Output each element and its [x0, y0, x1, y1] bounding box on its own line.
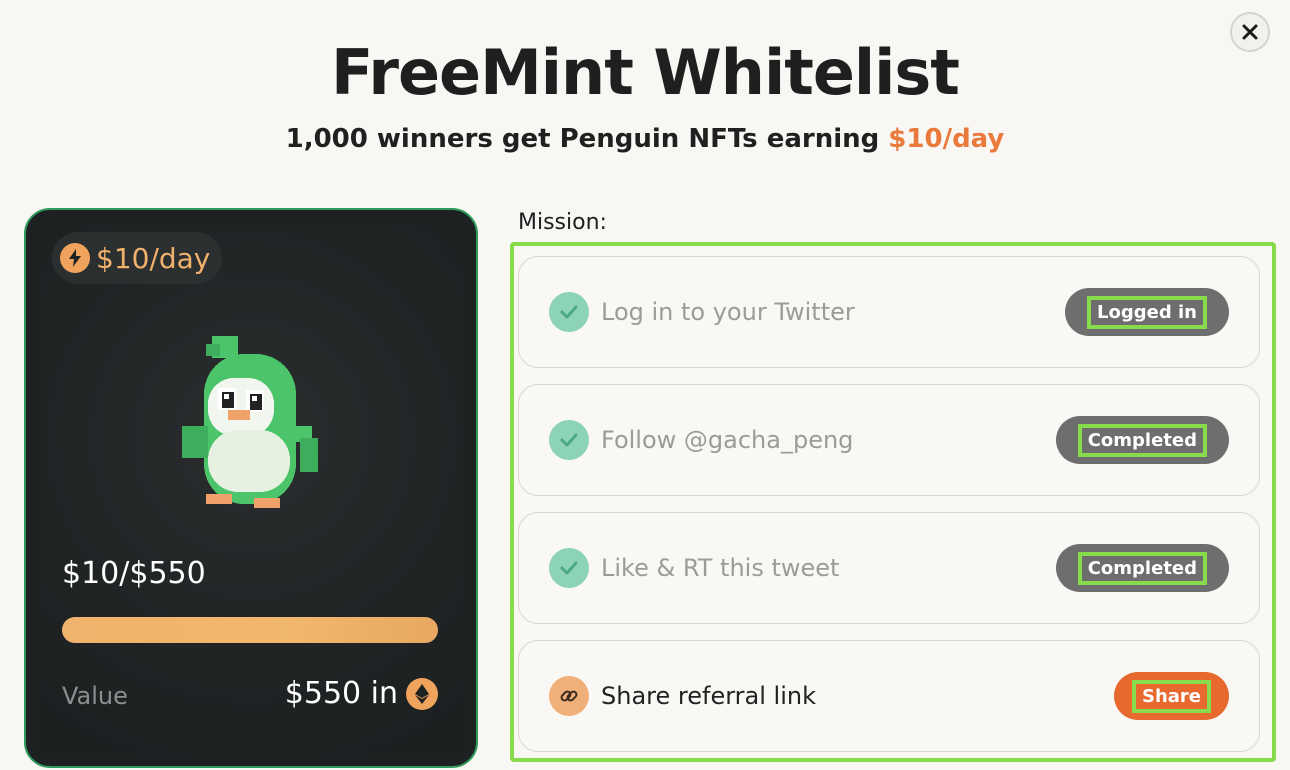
page-subtitle: 1,000 winners get Penguin NFTs earning $…	[0, 124, 1290, 154]
mission-text: Follow @gacha_peng	[601, 426, 854, 454]
value-amount-text: $550 in	[284, 676, 398, 711]
check-icon	[549, 420, 589, 460]
progress-label: $10/$550	[62, 556, 206, 591]
subtitle-text: 1,000 winners get Penguin NFTs earning	[285, 124, 889, 154]
value-label: Value	[62, 682, 128, 710]
check-icon	[549, 292, 589, 332]
share-button[interactable]: Share	[1113, 672, 1229, 720]
share-label: Share	[1131, 679, 1211, 713]
value-amount: $550 in	[285, 676, 438, 711]
status-label: Completed	[1077, 423, 1207, 457]
mission-item-follow: Follow @gacha_peng Completed	[518, 384, 1260, 496]
freemint-whitelist-modal: FreeMint Whitelist 1,000 winners get Pen…	[0, 0, 1290, 770]
logged-in-button[interactable]: Logged in	[1065, 288, 1229, 336]
status-label: Completed	[1077, 551, 1207, 585]
page-title: FreeMint Whitelist	[331, 36, 960, 109]
mission-item-share-referral: Share referral link Share	[518, 640, 1260, 752]
ethereum-icon	[406, 677, 438, 710]
mission-text: Share referral link	[601, 682, 816, 710]
lightning-bolt-icon	[60, 243, 90, 273]
mission-item-like-rt: Like & RT this tweet Completed	[518, 512, 1260, 624]
completed-button[interactable]: Completed	[1055, 544, 1229, 592]
link-icon	[549, 676, 589, 716]
progress-bar-fill	[62, 617, 438, 643]
mission-text: Log in to your Twitter	[601, 298, 855, 326]
mission-label: Mission:	[518, 210, 607, 235]
subtitle-earning-rate: $10/day	[888, 124, 1005, 154]
status-label: Logged in	[1087, 295, 1207, 329]
mission-item-twitter-login: Log in to your Twitter Logged in	[518, 256, 1260, 368]
penguin-nft-image	[182, 336, 318, 508]
earning-rate-pill: $10/day	[52, 232, 223, 284]
progress-bar	[62, 617, 438, 643]
completed-button[interactable]: Completed	[1055, 416, 1229, 464]
mission-text: Like & RT this tweet	[601, 554, 840, 582]
earning-rate-text: $10/day	[96, 241, 211, 275]
check-icon	[549, 548, 589, 588]
